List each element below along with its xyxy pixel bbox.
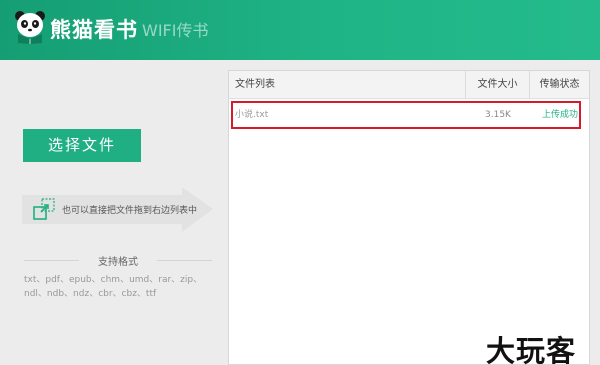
supported-formats-title: 支持格式: [24, 253, 212, 268]
select-file-button[interactable]: 选择文件: [23, 129, 141, 162]
drag-file-icon: [33, 198, 55, 220]
column-header-file-size: 文件大小: [465, 71, 529, 99]
app-brand: 熊猫看书: [50, 18, 138, 42]
file-size: 3.15K: [485, 110, 511, 120]
app-subtitle: WIFI传书: [142, 21, 209, 40]
file-list-header: 文件列表 文件大小 传输状态: [229, 71, 589, 99]
app-header: 熊猫看书 WIFI传书: [0, 0, 600, 60]
file-status: 上传成功: [542, 110, 579, 120]
file-list-panel[interactable]: 文件列表 文件大小 传输状态 小说.txt 3.15K 上传成功: [228, 70, 590, 365]
drag-hint: 也可以直接把文件拖到右边列表中: [22, 187, 213, 232]
column-header-file-list: 文件列表: [235, 79, 275, 90]
column-header-transfer-status: 传输状态: [529, 71, 589, 99]
file-name: 小说.txt: [235, 110, 269, 120]
file-row[interactable]: 小说.txt 3.15K 上传成功: [231, 101, 581, 129]
panda-logo-icon: [15, 11, 45, 44]
supported-formats-list: txt、pdf、epub、chm、umd、rar、zip、ndl、ndb、ndz…: [24, 275, 203, 299]
drag-hint-text: 也可以直接把文件拖到右边列表中: [62, 206, 198, 216]
watermark: 大玩客: [486, 334, 577, 365]
